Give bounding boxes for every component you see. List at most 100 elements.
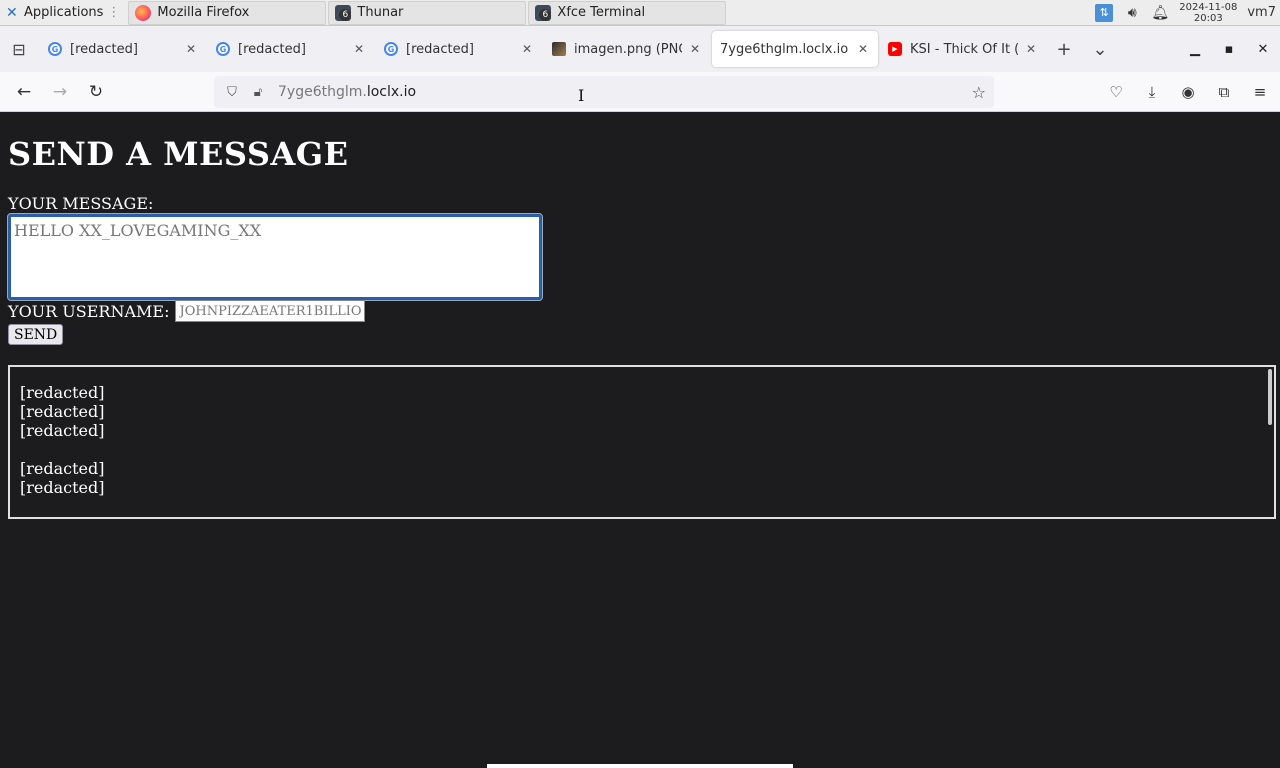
maximize-button[interactable]: ▪: [1212, 31, 1246, 67]
browser-tab-label: [redacted]: [406, 41, 474, 57]
account-button[interactable]: ◉: [1176, 76, 1200, 108]
browser-tab[interactable]: imagen.png (PNG ✕: [544, 31, 710, 67]
navigation-bar: ← → ↻ ⛉ 🔓︎ 7yge6thglm. loclx.io ☆ I ♡ ⤓ ◉…: [0, 72, 1280, 112]
window-count-badge: 6: [339, 8, 352, 21]
browser-tab-active[interactable]: 7yge6thglm.loclx.io ✕: [712, 31, 878, 67]
browser-tab-label: imagen.png (PNG: [574, 41, 682, 57]
taskbar-window-label: Xfce Terminal: [557, 5, 646, 20]
firefox-icon: [135, 4, 152, 21]
taskbar-window-label: Mozilla Firefox: [157, 5, 250, 20]
close-icon[interactable]: ✕: [522, 42, 534, 56]
browser-tab-label: KSI - Thick Of It (: [910, 41, 1018, 57]
chevron-down-icon: ⌄: [1092, 38, 1108, 60]
reload-icon: ↻: [88, 81, 104, 102]
url-domain: loclx.io: [366, 84, 417, 100]
page-title: SEND A MESSAGE: [8, 135, 349, 173]
system-tray: ⇅ 🔊︎ 🔔︎ 2024-11-08 20:03 vm7: [1095, 0, 1280, 26]
browser-tab-label: 7yge6thglm.loclx.io: [720, 41, 849, 57]
taskbar-window-terminal[interactable]: 6 Xfce Terminal: [528, 0, 727, 25]
google-icon: G: [384, 42, 398, 56]
browser-tab-label: [redacted]: [70, 41, 138, 57]
applications-menu-label: Applications: [24, 5, 104, 20]
download-icon: ⤓: [1148, 83, 1156, 101]
chat-line: [redacted]: [20, 402, 105, 421]
close-icon[interactable]: ✕: [354, 42, 366, 56]
chat-scrollbar[interactable]: [1268, 369, 1272, 425]
chat-line: [redacted]: [20, 421, 105, 440]
plus-icon: +: [1056, 38, 1072, 60]
image-icon: [552, 42, 566, 56]
list-all-tabs-button[interactable]: ⌄: [1082, 31, 1118, 67]
close-icon[interactable]: ✕: [186, 42, 198, 56]
google-icon: G: [48, 42, 62, 56]
url-bar[interactable]: ⛉ 🔓︎ 7yge6thglm. loclx.io ☆: [214, 76, 994, 108]
reload-button[interactable]: ↻: [78, 76, 114, 108]
close-icon[interactable]: ✕: [690, 42, 702, 56]
close-icon: ✕: [1257, 41, 1269, 57]
username-label: YOUR USERNAME:: [8, 301, 170, 321]
pocket-icon: ♡: [1109, 83, 1123, 101]
minimize-icon: ▁: [1190, 41, 1200, 57]
window-group-icon: 6: [335, 4, 352, 21]
send-button[interactable]: SEND: [8, 324, 64, 345]
google-icon: G: [216, 42, 230, 56]
chat-log[interactable]: [redacted] [redacted] [redacted] [redact…: [8, 365, 1276, 519]
pocket-button[interactable]: ♡: [1104, 76, 1128, 108]
account-icon: ◉: [1181, 83, 1195, 101]
firefox-view-button[interactable]: ⊟: [0, 31, 38, 67]
browser-tab[interactable]: G [redacted] ✕: [40, 31, 206, 67]
arrow-right-icon: →: [52, 81, 68, 102]
message-label: YOUR MESSAGE:: [8, 194, 154, 213]
menu-separator-icon: ⋮: [107, 5, 121, 20]
insecure-lock-icon[interactable]: 🔓︎: [248, 82, 268, 102]
browser-tab-label: [redacted]: [238, 41, 306, 57]
close-icon[interactable]: ✕: [1026, 42, 1038, 56]
downloads-button[interactable]: ⤓: [1140, 76, 1164, 108]
taskbar-window-firefox[interactable]: Mozilla Firefox: [128, 0, 327, 25]
bookmark-star-icon[interactable]: ☆: [972, 83, 986, 102]
page-content: SEND A MESSAGE YOUR MESSAGE: YOUR USERNA…: [0, 113, 1280, 768]
minimize-button[interactable]: ▁: [1178, 31, 1212, 67]
username-row: YOUR USERNAME:: [8, 300, 366, 322]
chat-line: [redacted]: [20, 478, 105, 497]
youtube-icon: ▶: [888, 42, 902, 56]
browser-tab[interactable]: ▶ KSI - Thick Of It ( ✕: [880, 31, 1046, 67]
applications-menu[interactable]: Applications ⋮: [0, 0, 126, 26]
username-input[interactable]: [175, 300, 366, 322]
browser-tab[interactable]: G [redacted] ✕: [376, 31, 542, 67]
close-icon[interactable]: ✕: [858, 42, 870, 56]
close-window-button[interactable]: ✕: [1246, 31, 1280, 67]
url-subdomain: 7yge6thglm.: [278, 84, 367, 100]
xfce-logo-icon: [6, 6, 20, 20]
clock[interactable]: 2024-11-08 20:03: [1179, 2, 1237, 24]
taskbar-window-thunar[interactable]: 6 Thunar: [328, 0, 527, 25]
chat-line: [redacted]: [20, 383, 105, 402]
hostname-label: vm7: [1247, 5, 1276, 20]
hamburger-icon: ≡: [1253, 83, 1267, 101]
puzzle-icon: ⧉: [1218, 83, 1230, 101]
new-tab-button[interactable]: +: [1046, 31, 1082, 67]
chat-line: [redacted]: [20, 459, 105, 478]
arrow-left-icon: ←: [16, 81, 32, 102]
tracking-shield-icon[interactable]: ⛉: [222, 82, 242, 102]
extensions-button[interactable]: ⧉: [1212, 76, 1236, 108]
taskbar-window-label: Thunar: [357, 5, 404, 20]
browser-tab[interactable]: G [redacted] ✕: [208, 31, 374, 67]
network-icon[interactable]: ⇅: [1095, 3, 1114, 22]
window-count-badge: 6: [539, 8, 552, 21]
toolbar-right: ♡ ⤓ ◉ ⧉ ≡: [1104, 76, 1272, 108]
app-menu-button[interactable]: ≡: [1248, 76, 1272, 108]
volume-icon[interactable]: 🔊︎: [1123, 4, 1141, 22]
chat-line-gap: [20, 440, 1264, 459]
desktop-taskbar: Applications ⋮ Mozilla Firefox 6 Thunar …: [0, 0, 1280, 26]
back-button[interactable]: ←: [6, 76, 42, 108]
firefox-view-icon: ⊟: [12, 39, 26, 59]
window-controls: ▁ ▪ ✕: [1178, 31, 1280, 67]
clock-date: 2024-11-08: [1179, 1, 1238, 13]
maximize-icon: ▪: [1224, 41, 1234, 57]
text-cursor-icon: I: [578, 86, 585, 105]
message-input[interactable]: [7, 213, 543, 301]
bottom-overlay-strip: [487, 764, 793, 768]
notification-bell-icon[interactable]: 🔔︎: [1151, 4, 1169, 22]
forward-button[interactable]: →: [42, 76, 78, 108]
